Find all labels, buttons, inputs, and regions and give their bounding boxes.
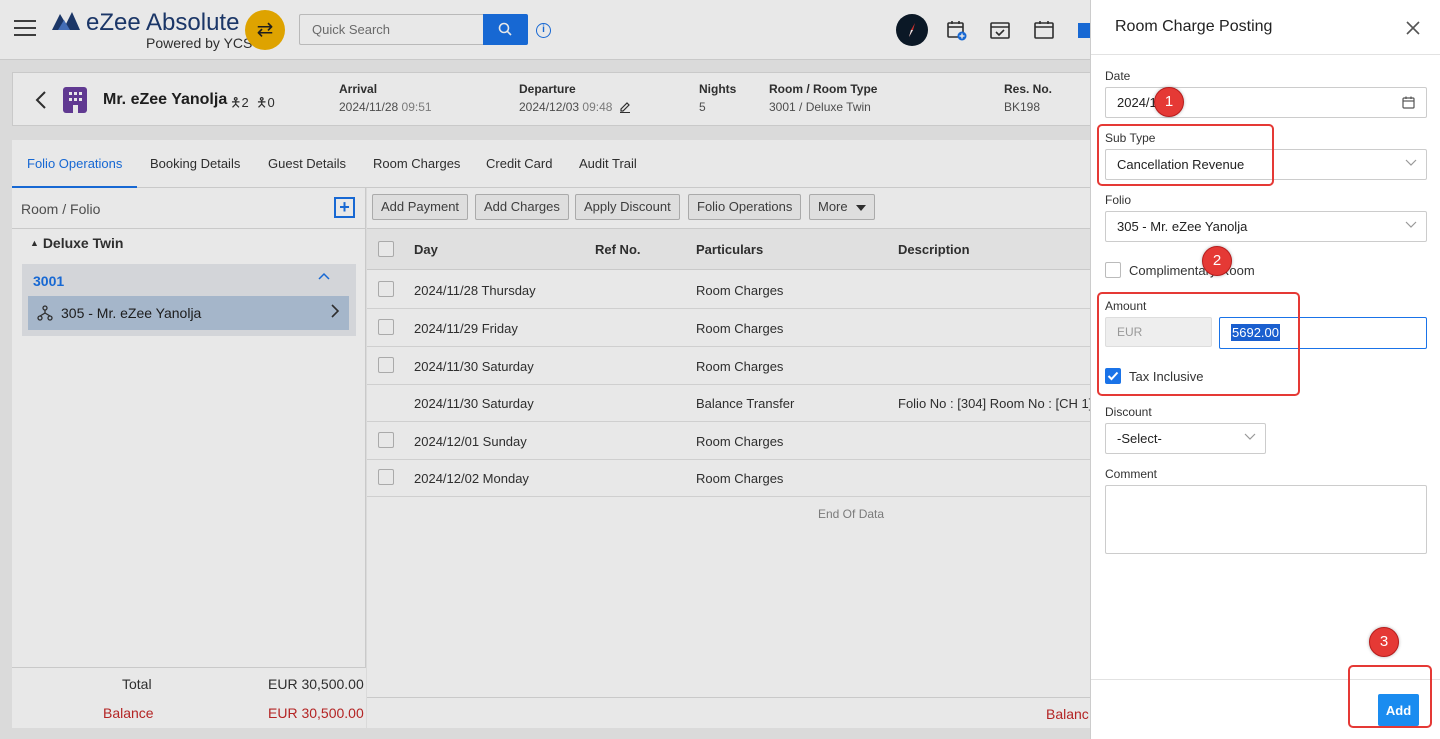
folio-select[interactable]: 305 - Mr. eZee Yanolja [1105, 211, 1427, 242]
discount-label: Discount [1105, 405, 1152, 419]
step-badge-1: 1 [1154, 87, 1184, 117]
step-badge-3: 3 [1369, 627, 1399, 657]
highlight-add [1348, 665, 1432, 728]
discount-select[interactable]: -Select- [1105, 423, 1266, 454]
highlight-subtype [1097, 124, 1274, 186]
complimentary-room-label: Complimentary Room [1129, 263, 1255, 278]
chevron-down-icon [1405, 221, 1417, 228]
folio-label: Folio [1105, 193, 1132, 207]
step-badge-2: 2 [1202, 246, 1232, 276]
discount-value: -Select- [1117, 431, 1162, 446]
folio-value: 305 - Mr. eZee Yanolja [1117, 219, 1248, 234]
comment-label: Comment [1105, 467, 1158, 481]
divider [1091, 54, 1440, 55]
complimentary-room-checkbox[interactable] [1105, 262, 1121, 278]
drawer-title: Room Charge Posting [1115, 18, 1273, 35]
date-label: Date [1105, 69, 1131, 83]
close-icon[interactable] [1405, 20, 1421, 36]
modal-backdrop[interactable] [0, 0, 1090, 739]
chevron-down-icon [1244, 433, 1256, 440]
chevron-down-icon [1405, 159, 1417, 166]
highlight-amount [1097, 292, 1300, 396]
calendar-icon[interactable] [1402, 96, 1415, 109]
comment-textarea[interactable] [1105, 485, 1427, 554]
